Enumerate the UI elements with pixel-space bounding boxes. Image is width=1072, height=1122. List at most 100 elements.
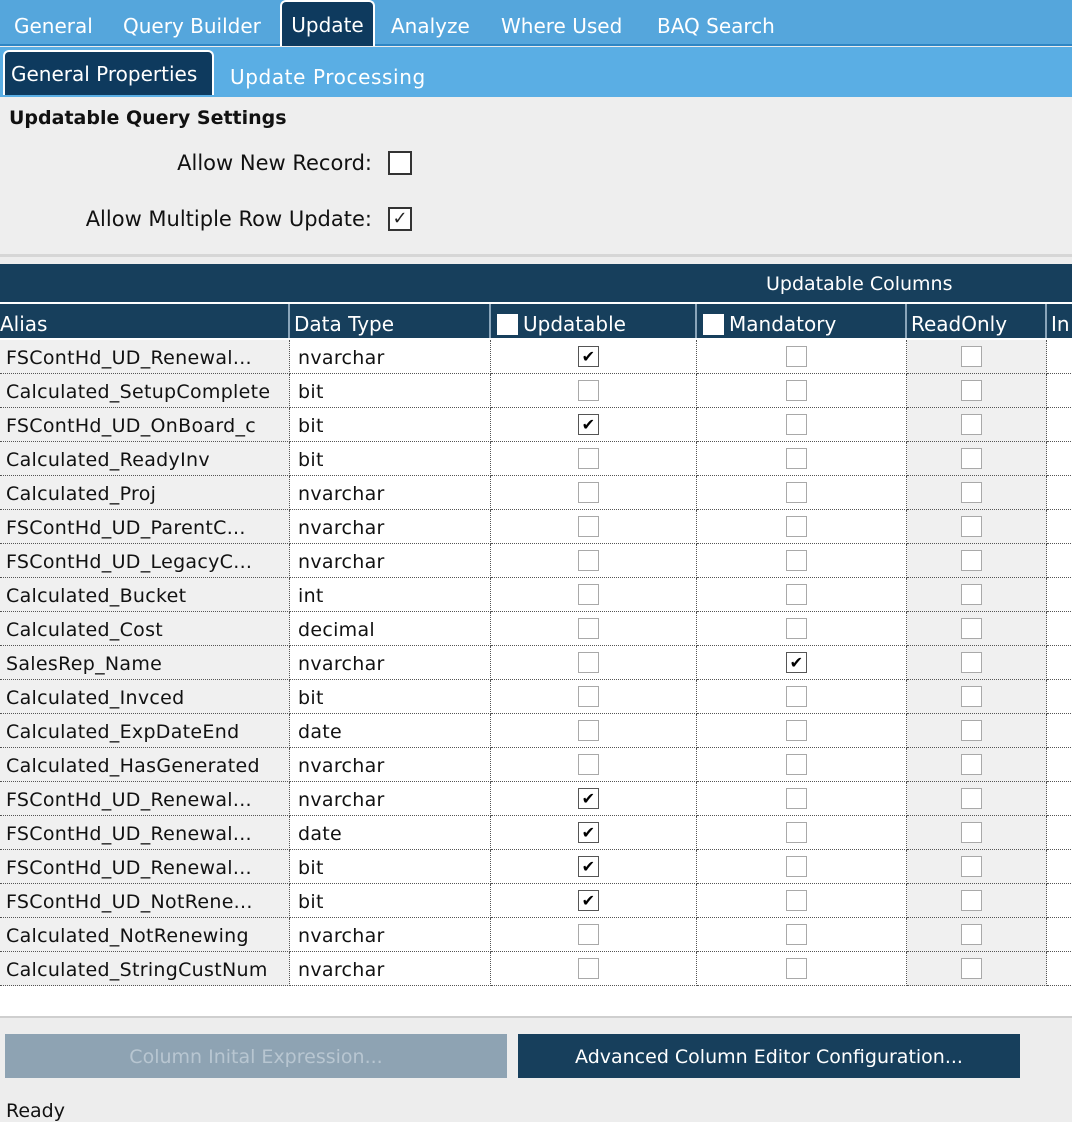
table-row[interactable]: Calculated_StringCustNum nvarchar — [0, 952, 1072, 986]
header-mandatory[interactable]: Mandatory — [697, 304, 907, 338]
updatable-checkbox[interactable] — [578, 516, 599, 537]
readonly-checkbox[interactable] — [961, 924, 982, 945]
tab-update[interactable]: Update — [280, 0, 375, 46]
mandatory-checkbox[interactable] — [786, 754, 807, 775]
readonly-checkbox[interactable] — [961, 550, 982, 571]
table-row[interactable]: Calculated_Proj nvarchar — [0, 476, 1072, 510]
footer-divider — [0, 1016, 1072, 1018]
mandatory-checkbox[interactable] — [786, 720, 807, 741]
updatable-checkbox[interactable] — [578, 448, 599, 469]
advanced-column-editor-button[interactable]: Advanced Column Editor Configuration... — [518, 1034, 1020, 1078]
table-row[interactable]: FSContHd_UD_OnBoard_c bit ✔ — [0, 408, 1072, 442]
tab-update-processing[interactable]: Update Processing — [230, 47, 426, 97]
readonly-checkbox[interactable] — [961, 788, 982, 809]
readonly-checkbox[interactable] — [961, 380, 982, 401]
readonly-checkbox[interactable] — [961, 516, 982, 537]
updatable-checkbox[interactable] — [578, 754, 599, 775]
table-row[interactable]: FSContHd_UD_LegacyC... nvarchar — [0, 544, 1072, 578]
tab-where-used[interactable]: Where Used — [501, 0, 622, 46]
mandatory-checkbox[interactable] — [786, 414, 807, 435]
mandatory-checkbox[interactable] — [786, 686, 807, 707]
mandatory-checkbox[interactable] — [786, 788, 807, 809]
readonly-checkbox[interactable] — [961, 856, 982, 877]
tab-analyze[interactable]: Analyze — [391, 0, 470, 46]
updatable-checkbox[interactable]: ✔ — [578, 346, 599, 367]
mandatory-checkbox[interactable] — [786, 822, 807, 843]
table-row[interactable]: FSContHd_UD_ParentC... nvarchar — [0, 510, 1072, 544]
updatable-checkbox[interactable] — [578, 618, 599, 639]
readonly-checkbox[interactable] — [961, 890, 982, 911]
table-row[interactable]: FSContHd_UD_Renewal... bit ✔ — [0, 850, 1072, 884]
mandatory-checkbox[interactable]: ✔ — [786, 652, 807, 673]
mandatory-checkbox[interactable] — [786, 346, 807, 367]
updatable-checkbox[interactable] — [578, 482, 599, 503]
updatable-checkbox[interactable]: ✔ — [578, 414, 599, 435]
table-row[interactable]: Calculated_Bucket int — [0, 578, 1072, 612]
readonly-checkbox[interactable] — [961, 652, 982, 673]
table-row[interactable]: Calculated_ReadyInv bit — [0, 442, 1072, 476]
updatable-checkbox[interactable]: ✔ — [578, 890, 599, 911]
readonly-checkbox[interactable] — [961, 720, 982, 741]
mandatory-cell — [697, 612, 907, 646]
mandatory-checkbox[interactable] — [786, 618, 807, 639]
tab-baq-search[interactable]: BAQ Search — [657, 0, 775, 46]
table-row[interactable]: Calculated_SetupComplete bit — [0, 374, 1072, 408]
column-initial-expression-button[interactable]: Column Inital Expression... — [5, 1034, 507, 1078]
readonly-checkbox[interactable] — [961, 346, 982, 367]
readonly-checkbox[interactable] — [961, 754, 982, 775]
readonly-checkbox[interactable] — [961, 822, 982, 843]
tab-query-builder[interactable]: Query Builder — [123, 0, 261, 46]
updatable-checkbox[interactable] — [578, 924, 599, 945]
readonly-checkbox[interactable] — [961, 448, 982, 469]
mandatory-checkbox[interactable] — [786, 924, 807, 945]
readonly-checkbox[interactable] — [961, 482, 982, 503]
allow-multi-row-checkbox[interactable]: ✓ — [388, 207, 412, 231]
updatable-checkbox[interactable] — [578, 652, 599, 673]
table-row[interactable]: SalesRep_Name nvarchar ✔ — [0, 646, 1072, 680]
table-row[interactable]: FSContHd_UD_Renewal... nvarchar ✔ — [0, 782, 1072, 816]
updatable-checkbox[interactable] — [578, 380, 599, 401]
header-readonly[interactable]: ReadOnly — [907, 304, 1047, 338]
allow-new-record-checkbox[interactable] — [388, 151, 412, 175]
mandatory-checkbox[interactable] — [786, 890, 807, 911]
mandatory-checkbox[interactable] — [786, 380, 807, 401]
header-data-type[interactable]: Data Type — [290, 304, 491, 338]
readonly-checkbox[interactable] — [961, 584, 982, 605]
alias-cell: FSContHd_UD_Renewal... — [0, 850, 290, 884]
readonly-checkbox[interactable] — [961, 618, 982, 639]
header-updatable[interactable]: Updatable — [491, 304, 697, 338]
updatable-checkbox[interactable] — [578, 958, 599, 979]
updatable-checkbox[interactable]: ✔ — [578, 856, 599, 877]
mandatory-checkbox[interactable] — [786, 550, 807, 571]
header-alias[interactable]: Alias — [0, 304, 290, 338]
mandatory-checkbox[interactable] — [786, 448, 807, 469]
readonly-checkbox[interactable] — [961, 686, 982, 707]
readonly-checkbox[interactable] — [961, 958, 982, 979]
updatable-checkbox[interactable] — [578, 720, 599, 741]
mandatory-checkbox[interactable] — [786, 958, 807, 979]
tab-general-properties[interactable]: General Properties — [3, 50, 214, 95]
header-initial[interactable]: In — [1047, 304, 1072, 338]
mandatory-all-checkbox[interactable] — [703, 314, 724, 335]
table-row[interactable]: FSContHd_UD_NotRene... bit ✔ — [0, 884, 1072, 918]
updatable-all-checkbox[interactable] — [497, 314, 518, 335]
tab-general[interactable]: General — [14, 0, 93, 46]
table-row[interactable]: Calculated_Cost decimal — [0, 612, 1072, 646]
updatable-checkbox[interactable] — [578, 550, 599, 571]
mandatory-checkbox[interactable] — [786, 856, 807, 877]
table-row[interactable]: Calculated_Invced bit — [0, 680, 1072, 714]
mandatory-checkbox[interactable] — [786, 516, 807, 537]
updatable-checkbox[interactable]: ✔ — [578, 822, 599, 843]
table-row[interactable]: FSContHd_UD_Renewal... date ✔ — [0, 816, 1072, 850]
readonly-cell — [907, 476, 1047, 510]
readonly-checkbox[interactable] — [961, 414, 982, 435]
table-row[interactable]: FSContHd_UD_Renewal... nvarchar ✔ — [0, 340, 1072, 374]
mandatory-checkbox[interactable] — [786, 584, 807, 605]
updatable-checkbox[interactable] — [578, 686, 599, 707]
updatable-checkbox[interactable]: ✔ — [578, 788, 599, 809]
table-row[interactable]: Calculated_NotRenewing nvarchar — [0, 918, 1072, 952]
updatable-checkbox[interactable] — [578, 584, 599, 605]
table-row[interactable]: Calculated_ExpDateEnd date — [0, 714, 1072, 748]
table-row[interactable]: Calculated_HasGenerated nvarchar — [0, 748, 1072, 782]
mandatory-checkbox[interactable] — [786, 482, 807, 503]
